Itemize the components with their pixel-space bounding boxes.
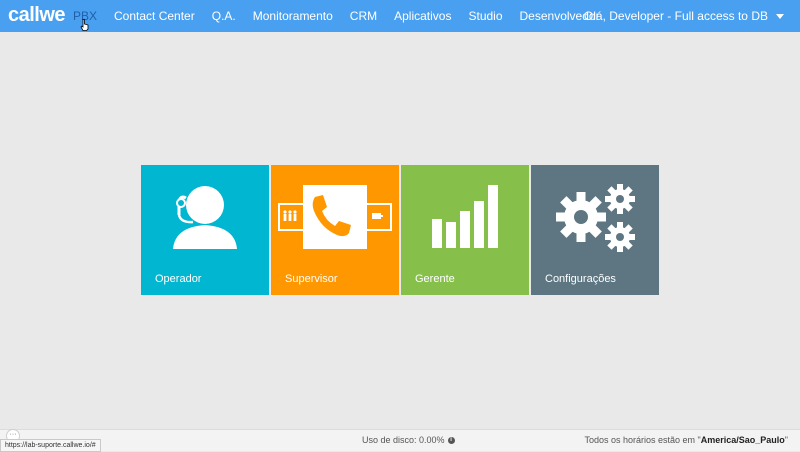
user-menu-label: Olá, Developer - Full access to DB (583, 9, 768, 23)
tile-configuracoes-label: Configurações (545, 273, 616, 285)
tile-gerente[interactable]: Gerente (401, 165, 529, 295)
nav-item-crm[interactable]: CRM (350, 9, 377, 23)
tile-supervisor-label: Supervisor (285, 273, 338, 285)
tile-supervisor[interactable]: Supervisor (271, 165, 399, 295)
nav-item-contact-center[interactable]: Contact Center (114, 9, 195, 23)
timezone-value: America/Sao_Paulo (700, 435, 785, 445)
disk-usage-text: Uso de disco: 0.00% (362, 435, 445, 445)
browser-status-url: https://lab-suporte.callwe.io/# (0, 439, 101, 452)
tile-configuracoes[interactable]: Configurações (531, 165, 659, 295)
top-navigation-bar: callwe PBX Contact Center Q.A. Monitoram… (0, 0, 800, 32)
main-nav: PBX Contact Center Q.A. Monitoramento CR… (73, 0, 617, 32)
disk-usage: Uso de disco: 0.00% i (362, 435, 455, 445)
pointer-hand-icon (80, 19, 89, 31)
module-tiles: Operador Supervisor Gerente Configuraçõe… (141, 165, 660, 295)
caret-down-icon (776, 13, 784, 19)
nav-item-studio[interactable]: Studio (468, 9, 502, 23)
nav-item-aplicativos[interactable]: Aplicativos (394, 9, 451, 23)
tile-operador-label: Operador (155, 273, 202, 285)
tile-operador[interactable]: Operador (141, 165, 269, 295)
callwe-logo[interactable]: callwe (8, 4, 66, 27)
tile-gerente-label: Gerente (415, 273, 455, 285)
nav-item-qa[interactable]: Q.A. (212, 9, 236, 23)
nav-item-monitoramento[interactable]: Monitoramento (253, 9, 333, 23)
timezone-notice: Todos os horários estão em "America/Sao_… (584, 435, 788, 445)
user-menu[interactable]: Olá, Developer - Full access to DB (584, 0, 784, 32)
info-icon[interactable]: i (447, 436, 455, 444)
timezone-suffix: " (784, 435, 788, 445)
timezone-prefix: Todos os horários estão em " (584, 435, 701, 445)
footer-bar: Uso de disco: 0.00% i Todos os horários … (0, 429, 800, 451)
